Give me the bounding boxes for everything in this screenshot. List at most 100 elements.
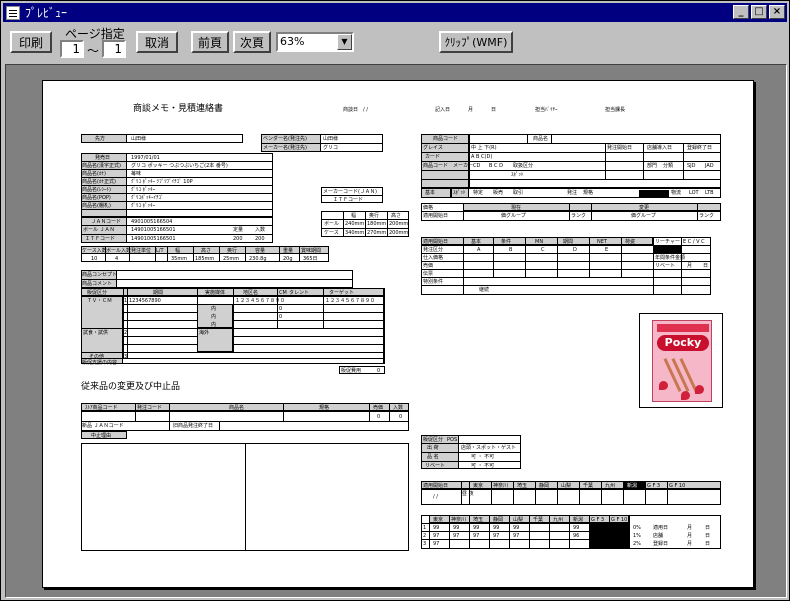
old-jan-label: 発注コード	[137, 405, 163, 411]
page-from-input[interactable]: 1	[60, 40, 84, 58]
header-day: 日	[491, 107, 497, 113]
r-date3-label: 登録終了日	[687, 145, 713, 151]
minimize-button[interactable]: _	[733, 5, 749, 19]
print-button[interactable]: 印刷	[10, 31, 52, 53]
ad-label: 販促区分	[87, 290, 108, 296]
comment-label: 商品コメント	[82, 281, 113, 287]
r-rank-label: ランク	[571, 213, 587, 219]
rank-1-3: 99	[473, 525, 480, 531]
r-sjd-label: SJD	[687, 163, 696, 169]
r-lot-label: LOT	[689, 190, 699, 196]
vol-label: 容量	[255, 248, 266, 254]
case-in-label: ケース入数	[82, 248, 107, 254]
c-price-label: 売価	[423, 263, 434, 269]
old-count-label: 入数	[393, 405, 404, 411]
item6-label: 商品名(棚札)	[82, 203, 111, 209]
area-mark: 昼 夜	[462, 491, 474, 497]
item4-label: 商品名(ﾚｼｰﾄ)	[82, 187, 111, 193]
c-e: E	[605, 247, 609, 253]
c-mn-label: MN	[535, 239, 544, 245]
zero-1: 0	[279, 306, 283, 312]
item5-value: ｸﾞﾘｺﾎﾟｯｷｰｲﾁｺﾞ	[131, 195, 164, 201]
document-page: 商談メモ・見積連絡書 商談日 / / 記入日 月 日 担当ﾊﾞｲﾔｰ 担当課長 …	[42, 80, 754, 588]
rank-2-8: 96	[573, 533, 580, 539]
close-button[interactable]: ×	[769, 5, 785, 19]
maker-code-label: メーカーコード(ＪＡＮ)	[323, 189, 377, 195]
preview-area[interactable]: 商談メモ・見積連絡書 商談日 / / 記入日 月 日 担当ﾊﾞｲﾔｰ 担当課長 …	[5, 64, 787, 598]
app-icon[interactable]	[6, 5, 20, 20]
order-label: 発注単位	[131, 248, 152, 254]
vendor-value: 山田様	[323, 136, 339, 142]
pocky-box-icon: Pocky	[652, 320, 712, 402]
pos-name-label: 品 名	[427, 454, 439, 460]
pos2-label: POS	[447, 437, 458, 443]
r-new-label: 変更	[639, 205, 650, 211]
product-image: Pocky	[639, 313, 723, 408]
clip-wmf-button[interactable]: ｸﾘｯﾌﾟ(WMF)	[439, 31, 513, 53]
r-dept-label: 部門	[647, 163, 658, 169]
count-value: 200	[233, 236, 243, 242]
rank-m3: 月	[687, 541, 693, 547]
pos-label: 販促区分	[423, 437, 444, 443]
r-dist-label: 物流	[671, 190, 682, 196]
overseas-label: 海外	[199, 330, 210, 336]
header-date-label: 商談日	[343, 107, 359, 113]
vendor-label: ベンダー名(発注先)	[263, 136, 307, 142]
r-jad-label: JAD	[705, 163, 714, 169]
maximize-button[interactable]: □	[751, 5, 767, 19]
zero-2: 0	[279, 314, 283, 320]
r-sale-label: 販売	[493, 190, 504, 196]
header-date-value: / /	[363, 107, 368, 113]
cancel-button[interactable]: 取消	[136, 31, 178, 53]
c-day: 日	[703, 263, 709, 269]
chevron-down-icon[interactable]: ▼	[337, 34, 352, 50]
c-purch-label: 仕入価格	[423, 255, 444, 261]
case-h: 270mm	[367, 230, 387, 236]
item-label: 商品名(漢字正式)	[82, 163, 121, 169]
c-lease-label: リーチャー	[655, 239, 680, 245]
prev-page-button[interactable]: 前頁	[191, 31, 229, 53]
rank-1-8: 99	[573, 525, 580, 531]
area-chiba: 千葉	[583, 483, 594, 489]
area-saitama: 埼玉	[517, 483, 528, 489]
old-price-label: 売価	[373, 405, 384, 411]
c-reb-label: リベート	[655, 263, 676, 269]
tvcm-target: １２３４５６７８９０	[325, 298, 376, 304]
title-bar: ﾌﾟﾚﾋﾞｭｰ _ □ ×	[3, 3, 787, 22]
pos-rebate-label: リベート	[425, 463, 446, 469]
ball-label: ボール	[324, 221, 340, 227]
r-bcd-label: B C D	[489, 163, 503, 169]
support-label: 販促支援の内容	[82, 360, 118, 366]
maker2-value: グリコ	[323, 145, 339, 151]
r-code-label: 商品コード	[433, 136, 459, 142]
concept-label: 商品コンセプト	[82, 272, 118, 278]
r-maker-label: メーカーCD	[453, 163, 481, 169]
r-size-label: 規格	[583, 190, 594, 196]
case-in-value: 10	[91, 256, 98, 262]
r-trade-label: 取引	[513, 190, 524, 196]
in-label-2: 内	[211, 314, 217, 320]
next-page-button[interactable]: 次頁	[233, 31, 271, 53]
zoom-select[interactable]: 63% ▼	[276, 32, 354, 52]
r-ltb-label: LTB	[705, 190, 714, 196]
header-buyer-label: 担当ﾊﾞｲﾔｰ	[535, 107, 558, 113]
item-value: グリコ ポッキー つぶつぶいちご(2本 番号)	[131, 163, 228, 169]
item4-value: ｸﾞﾘｺ ﾎﾟｯｷｰ	[131, 187, 156, 193]
c-keep-label: 継続	[479, 287, 490, 293]
r-grace-label: グレイス	[423, 145, 443, 151]
item2-label: 商品名(ｶﾅ)	[82, 171, 106, 177]
pos-ship-label: 出 荷	[427, 445, 439, 451]
temp-value: 365日	[303, 256, 318, 262]
sample-label: 試食・試供	[83, 330, 109, 336]
r-class3-label: 分類	[663, 163, 674, 169]
page-to-input[interactable]: 1	[102, 40, 126, 58]
r-ship-label: 発注	[567, 190, 578, 196]
rank-h-shizuoka: 静岡	[493, 517, 504, 523]
maker2-label: メーカー名(発注先)	[263, 145, 307, 151]
header-creator-label: 記入日	[435, 107, 451, 113]
w2-label: 幅	[175, 248, 181, 254]
sub-title: 従来品の変更及び中止品	[81, 382, 181, 392]
dim-d-label: 高さ	[391, 213, 402, 219]
c-spec-label: 特別条件	[423, 279, 444, 285]
item3-value: ｸﾞﾘｺ ﾎﾟｯｷｰ ﾂﾌﾞﾂﾌﾞｲﾁｺﾞ 10P	[131, 179, 193, 185]
